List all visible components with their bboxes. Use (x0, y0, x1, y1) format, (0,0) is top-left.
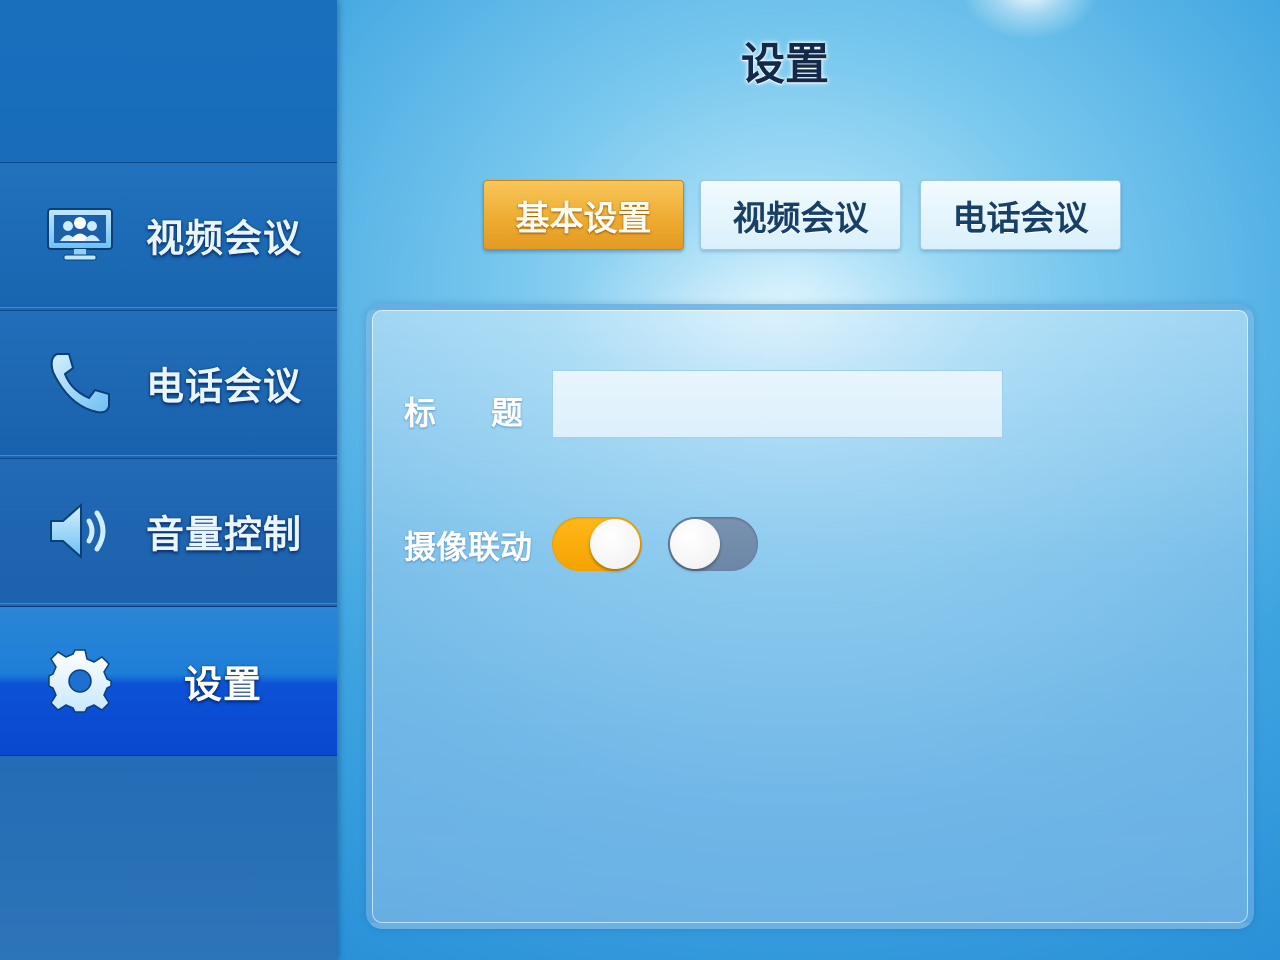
phone-icon (45, 348, 115, 418)
title-label-char-2: 题 (491, 394, 524, 432)
sidebar-item-video-conference[interactable]: 视频会议 (0, 162, 337, 308)
sidebar-item-phone-conference[interactable]: 电话会议 (0, 310, 337, 456)
gear-icon (45, 646, 115, 716)
speaker-icon (45, 496, 115, 566)
sidebar: 视频会议 电话会议 音量控制 设置 (0, 0, 337, 960)
title-input[interactable] (552, 370, 1003, 438)
sidebar-header (0, 0, 337, 162)
title-label-char-1: 标 (404, 394, 437, 432)
sidebar-item-label: 设置 (184, 662, 263, 707)
tab-basic-settings[interactable]: 基本设置 (483, 180, 684, 250)
sidebar-item-volume-control[interactable]: 音量控制 (0, 458, 337, 604)
sidebar-item-settings[interactable]: 设置 (0, 606, 337, 756)
tab-phone-conference[interactable]: 电话会议 (920, 180, 1121, 250)
sidebar-item-label: 音量控制 (146, 512, 303, 557)
camera-link-label: 摄像联动 (404, 528, 533, 566)
tab-video-conference[interactable]: 视频会议 (700, 180, 901, 250)
sidebar-item-label: 电话会议 (146, 364, 303, 409)
sidebar-item-label: 视频会议 (146, 216, 303, 261)
camera-link-toggle-off[interactable] (668, 517, 758, 571)
toggle-knob (670, 519, 720, 569)
page-title: 设置 (741, 39, 829, 90)
video-conference-icon (45, 200, 115, 270)
toggle-knob (590, 519, 640, 569)
camera-link-toggle-on[interactable] (552, 517, 642, 571)
